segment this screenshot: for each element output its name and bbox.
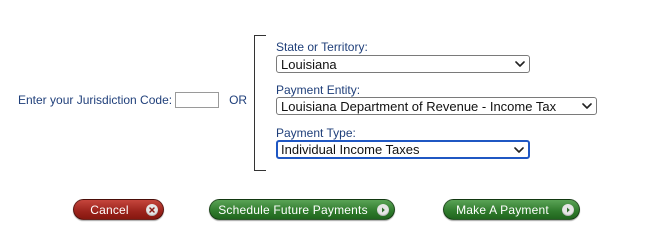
chevron-down-icon: [512, 143, 526, 157]
chevron-down-icon: [513, 57, 527, 71]
or-label: OR: [229, 93, 248, 107]
make-payment-button-label: Make A Payment: [456, 202, 549, 217]
chevron-down-icon: [580, 99, 594, 113]
state-select[interactable]: Louisiana: [276, 55, 530, 73]
schedule-future-payments-button[interactable]: Schedule Future Payments: [209, 199, 395, 220]
state-label: State or Territory:: [276, 40, 368, 54]
arrow-right-circle-icon: [562, 204, 574, 216]
jurisdiction-code-label: Enter your Jurisdiction Code:: [18, 93, 173, 107]
entity-select[interactable]: Louisiana Department of Revenue - Income…: [276, 97, 597, 115]
cancel-button[interactable]: Cancel: [73, 199, 164, 220]
close-circle-icon: [146, 204, 158, 216]
entity-select-value: Louisiana Department of Revenue - Income…: [281, 98, 557, 114]
make-a-payment-button[interactable]: Make A Payment: [443, 199, 580, 220]
selection-bracket: [254, 35, 266, 171]
entity-label: Payment Entity:: [276, 83, 361, 97]
payment-type-label: Payment Type:: [276, 126, 356, 140]
schedule-button-label: Schedule Future Payments: [218, 202, 368, 217]
state-select-value: Louisiana: [281, 56, 337, 72]
payment-type-select-value: Individual Income Taxes: [281, 142, 420, 157]
jurisdiction-code-input[interactable]: [175, 92, 220, 108]
cancel-button-label: Cancel: [90, 202, 129, 217]
arrow-right-circle-icon: [377, 204, 389, 216]
payment-type-select[interactable]: Individual Income Taxes: [276, 140, 530, 159]
jurisdiction-code-group: Enter your Jurisdiction Code: OR: [18, 91, 247, 109]
